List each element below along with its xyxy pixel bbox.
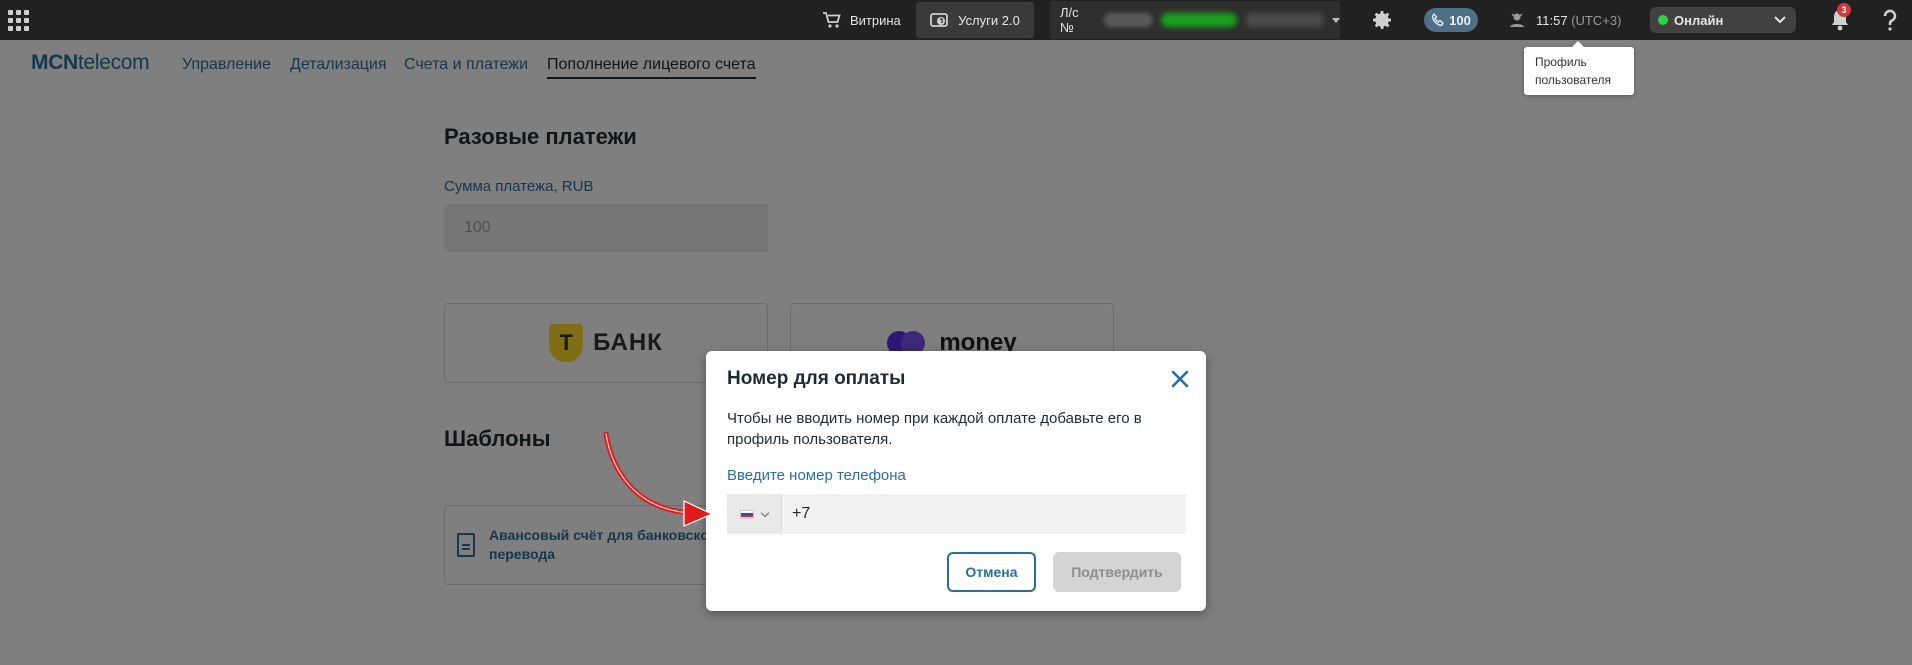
chevron-down-icon [1774,16,1786,24]
notifications-badge: 3 [1837,3,1851,17]
calls-count: 100 [1449,12,1471,28]
annotation-arrow-icon [603,431,714,527]
calls-counter[interactable]: 100 [1424,8,1478,32]
phone-icon [1431,13,1444,27]
uslugi-button[interactable]: Услуги 2.0 [916,2,1034,38]
online-status-select[interactable]: Онлайн [1650,7,1796,33]
account-number-redacted [1103,13,1153,27]
confirm-button[interactable]: Подтвердить [1053,552,1181,592]
help-button[interactable] [1876,0,1904,40]
question-icon [1883,9,1897,31]
account-selector[interactable]: Л/с № [1050,1,1340,39]
top-bar: Витрина Услуги 2.0 Л/с № 100 11:57 (UTC+… [0,0,1912,40]
profile-tooltip: Профиль пользователя [1524,41,1634,95]
phone-input[interactable] [782,494,1186,534]
status-label: Онлайн [1674,12,1724,28]
user-avatar-icon [1510,13,1524,27]
cart-icon [823,12,841,28]
vitrina-label: Витрина [850,12,901,28]
modal-description: Чтобы не вводить номер при каждой оплате… [727,410,1142,448]
services-icon [930,13,949,27]
online-dot-icon [1658,14,1668,25]
payment-phone-modal: Номер для оплаты Чтобы не вводить номер … [706,351,1206,611]
user-profile-area[interactable]: 11:57 (UTC+3) [1508,0,1621,40]
cancel-button[interactable]: Отмена [947,552,1036,592]
close-icon[interactable] [1166,365,1194,393]
account-name-redacted [1245,13,1324,27]
uslugi-label: Услуги 2.0 [958,12,1020,28]
apps-grid-icon[interactable] [6,0,30,40]
phone-label: Введите номер телефона [727,467,906,484]
country-selector[interactable] [727,494,782,534]
settings-button[interactable] [1368,0,1396,40]
modal-title: Номер для оплаты [727,368,906,389]
gear-icon [1373,11,1391,30]
vitrina-button[interactable]: Витрина [822,0,901,40]
account-balance-redacted [1160,13,1238,27]
phone-field [727,494,1186,534]
russia-flag-icon [740,509,754,519]
chevron-down-icon [1332,17,1340,23]
account-prefix: Л/с № [1060,5,1079,35]
chevron-down-icon [760,508,770,517]
current-time: 11:57 [1536,12,1568,28]
timezone: (UTC+3) [1571,12,1622,28]
